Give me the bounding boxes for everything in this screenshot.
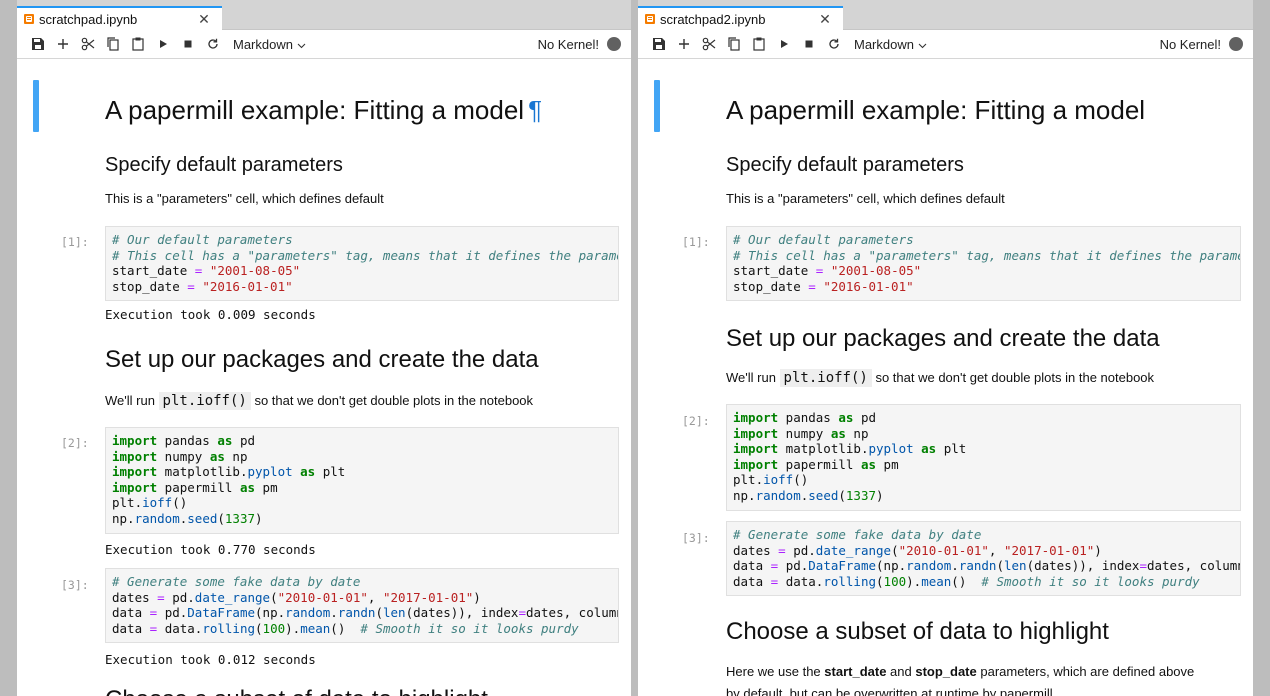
setup-description: We'll run plt.ioff() so that we don't ge…	[726, 369, 1241, 387]
notebook-body[interactable]: A papermill example: Fitting a model Spe…	[638, 59, 1253, 696]
input-prompt: [2]:	[682, 414, 710, 428]
cell-type-select[interactable]: Markdown	[854, 37, 927, 52]
paste-icon[interactable]	[746, 32, 771, 56]
kernel-status-icon	[607, 37, 621, 51]
chevron-down-icon	[918, 43, 926, 48]
section-heading-subset: Choose a subset of data to highlight	[105, 684, 619, 696]
setup-text-before: We'll run	[726, 370, 780, 385]
notebook-title: A papermill example: Fitting a model ¶	[105, 93, 619, 127]
subset-description-line1: Here we use the start_date and stop_date…	[726, 663, 1241, 681]
markdown-cell-setup-text[interactable]: We'll run plt.ioff() so that we don't ge…	[105, 392, 619, 410]
tab-scratchpad2[interactable]: scratchpad2.ipynb ✕	[638, 6, 843, 30]
execution-time: Execution took 0.009 seconds	[105, 307, 316, 322]
subset-text: and	[886, 664, 916, 679]
markdown-cell-title[interactable]: A papermill example: Fitting a model	[726, 93, 1241, 127]
tab-title: scratchpad2.ipynb	[660, 11, 766, 27]
markdown-cell-title[interactable]: A papermill example: Fitting a model ¶	[105, 93, 619, 127]
subset-bold: stop_date	[915, 664, 977, 679]
markdown-cell-setup[interactable]: Set up our packages and create the data	[726, 323, 1241, 355]
markdown-cell-params-text[interactable]: This is a "parameters" cell, which defin…	[105, 190, 619, 208]
close-icon[interactable]: ✕	[815, 11, 835, 28]
notebook-pane-left: scratchpad.ipynb ✕ Markdown No Kernel! A…	[17, 0, 631, 696]
run-icon[interactable]	[150, 32, 175, 56]
markdown-cell-params[interactable]: Specify default parameters	[105, 152, 619, 178]
inline-code: plt.ioff()	[158, 392, 251, 410]
input-prompt: [3]:	[682, 531, 710, 545]
cell-type-select[interactable]: Markdown	[233, 37, 306, 52]
setup-text-before: We'll run	[105, 393, 159, 408]
setup-text-after: so that we don't get double plots in the…	[871, 370, 1155, 385]
active-cell-indicator	[654, 80, 660, 132]
tab-title: scratchpad.ipynb	[39, 11, 138, 27]
cell-type-label: Markdown	[233, 36, 293, 52]
input-prompt: [1]:	[61, 235, 89, 249]
notebook-title: A papermill example: Fitting a model	[726, 95, 1146, 125]
markdown-cell-subset[interactable]: Choose a subset of data to highlight	[726, 616, 1241, 648]
markdown-cell-subset-text[interactable]: Here we use the start_date and stop_date…	[726, 663, 1241, 696]
title-text: A papermill example: Fitting a model	[105, 95, 525, 125]
markdown-cell-setup-text[interactable]: We'll run plt.ioff() so that we don't ge…	[726, 369, 1241, 387]
subset-bold: start_date	[824, 664, 887, 679]
code-cell-3[interactable]: # Generate some fake data by date dates …	[726, 521, 1241, 596]
section-heading-subset: Choose a subset of data to highlight	[726, 618, 1109, 645]
tab-scratchpad[interactable]: scratchpad.ipynb ✕	[17, 6, 222, 30]
anchor-link[interactable]: ¶	[528, 95, 542, 125]
add-icon[interactable]	[50, 32, 75, 56]
params-description: This is a "parameters" cell, which defin…	[726, 191, 1005, 206]
code-cell-1[interactable]: # Our default parameters # This cell has…	[726, 226, 1241, 301]
code-cell-1[interactable]: # Our default parameters # This cell has…	[105, 226, 619, 301]
subset-description-line2: by default, but can be overwritten at ru…	[726, 686, 1057, 696]
stop-icon[interactable]	[175, 32, 200, 56]
copy-icon[interactable]	[721, 32, 746, 56]
active-cell-indicator	[33, 80, 39, 132]
subset-text: Here we use the	[726, 664, 825, 679]
copy-icon[interactable]	[100, 32, 125, 56]
restart-icon[interactable]	[821, 32, 846, 56]
cut-icon[interactable]	[75, 32, 100, 56]
notebook-icon	[645, 14, 655, 24]
stop-icon[interactable]	[796, 32, 821, 56]
notebook-toolbar: Markdown No Kernel!	[638, 30, 1253, 59]
notebook-icon	[24, 14, 34, 24]
section-heading-setup: Set up our packages and create the data	[726, 325, 1160, 352]
markdown-cell-params-text[interactable]: This is a "parameters" cell, which defin…	[726, 190, 1241, 208]
section-heading-setup: Set up our packages and create the data	[105, 346, 539, 373]
input-prompt: [2]:	[61, 436, 89, 450]
tab-bar: scratchpad.ipynb ✕	[17, 0, 631, 30]
markdown-cell-subset[interactable]: Choose a subset of data to highlight	[105, 684, 619, 696]
save-icon[interactable]	[25, 32, 50, 56]
inline-code: plt.ioff()	[779, 369, 872, 387]
restart-icon[interactable]	[200, 32, 225, 56]
kernel-status-icon	[1229, 37, 1243, 51]
input-prompt: [3]:	[61, 578, 89, 592]
code-cell-3[interactable]: # Generate some fake data by date dates …	[105, 568, 619, 643]
subset-text: parameters, which are defined above	[976, 664, 1195, 679]
notebook-pane-right: scratchpad2.ipynb ✕ Markdown No Kernel! …	[638, 0, 1253, 696]
add-icon[interactable]	[671, 32, 696, 56]
code-cell-2[interactable]: import pandas as pd import numpy as np i…	[105, 427, 619, 534]
kernel-name[interactable]: No Kernel!	[538, 37, 599, 52]
execution-time: Execution took 0.770 seconds	[105, 542, 316, 557]
params-description: This is a "parameters" cell, which defin…	[105, 191, 384, 206]
paste-icon[interactable]	[125, 32, 150, 56]
execution-time: Execution took 0.012 seconds	[105, 652, 316, 667]
code-cell-2[interactable]: import pandas as pd import numpy as np i…	[726, 404, 1241, 511]
run-icon[interactable]	[771, 32, 796, 56]
tab-bar: scratchpad2.ipynb ✕	[638, 0, 1253, 30]
markdown-cell-params[interactable]: Specify default parameters	[726, 152, 1241, 178]
setup-description: We'll run plt.ioff() so that we don't ge…	[105, 392, 619, 410]
notebook-toolbar: Markdown No Kernel!	[17, 30, 631, 59]
section-heading-params: Specify default parameters	[105, 154, 343, 176]
markdown-cell-setup[interactable]: Set up our packages and create the data	[105, 344, 619, 376]
cut-icon[interactable]	[696, 32, 721, 56]
setup-text-after: so that we don't get double plots in the…	[250, 393, 534, 408]
input-prompt: [1]:	[682, 235, 710, 249]
section-heading-params: Specify default parameters	[726, 154, 964, 176]
save-icon[interactable]	[646, 32, 671, 56]
chevron-down-icon	[297, 43, 305, 48]
kernel-name[interactable]: No Kernel!	[1160, 37, 1221, 52]
notebook-body[interactable]: A papermill example: Fitting a model ¶ Sp…	[17, 59, 631, 696]
cell-type-label: Markdown	[854, 36, 914, 52]
close-icon[interactable]: ✕	[194, 11, 214, 28]
